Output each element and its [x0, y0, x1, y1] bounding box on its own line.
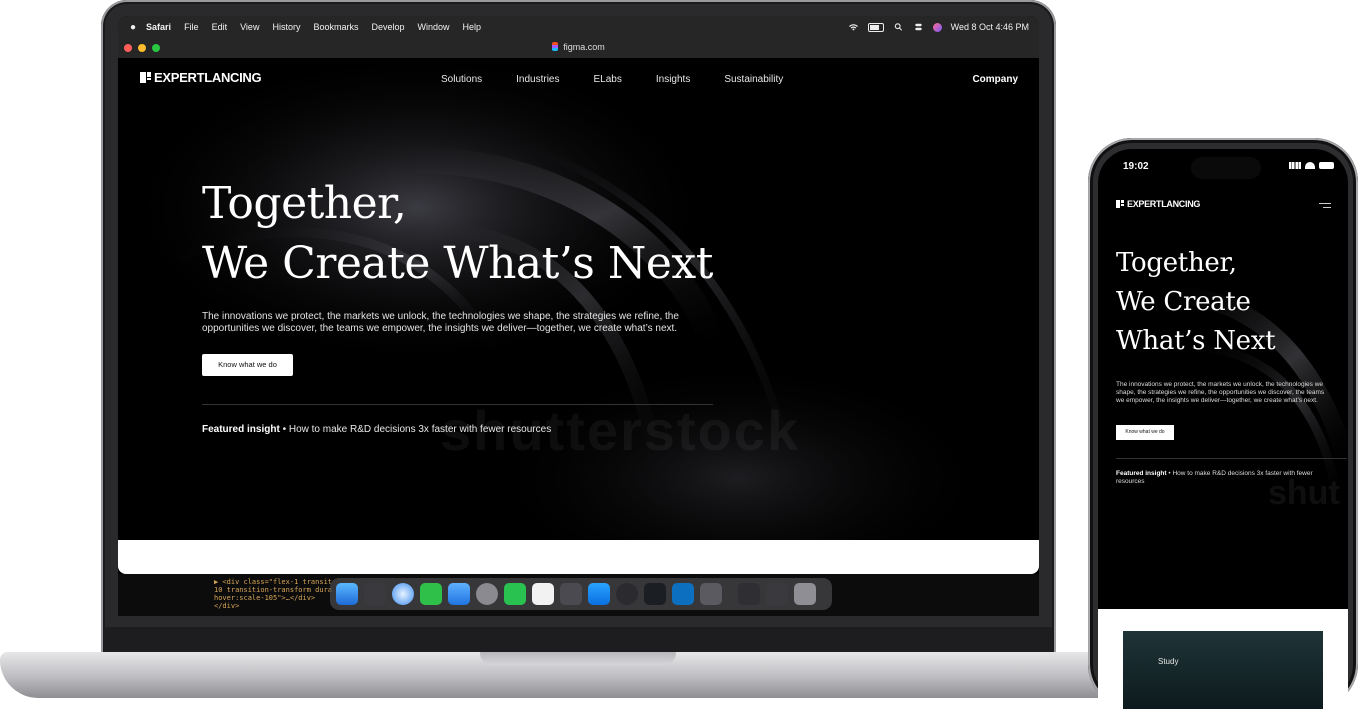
mobile-hero-line-1: Together, [1116, 248, 1237, 278]
mobile-site-logo[interactable]: EXPERTLANCING [1116, 199, 1200, 209]
menu-safari[interactable]: Safari [146, 22, 171, 32]
menubar-datetime[interactable]: Wed 8 Oct 4:46 PM [951, 22, 1029, 32]
laptop-opening-notch [480, 652, 676, 665]
mobile-logo-mark-icon [1116, 200, 1124, 208]
menu-history[interactable]: History [272, 22, 300, 32]
hero-background-swirl [118, 58, 998, 540]
mobile-logo-text: EXPERTLANCING [1127, 199, 1201, 209]
mobile-hero-line-2: We Create [1116, 287, 1251, 317]
menu-help[interactable]: Help [463, 22, 482, 32]
nav-sustainability[interactable]: Sustainability [724, 74, 783, 85]
laptop-screen: ● Safari File Edit View History Bookmark… [118, 16, 1039, 616]
mobile-hero-divider [1116, 458, 1347, 459]
mobile-hero-line-3: What’s Next [1116, 326, 1276, 356]
featured-insight-link[interactable]: How to make R&D decisions 3x faster with… [289, 424, 551, 435]
logo-text: EXPERTLANCING [154, 70, 262, 85]
control-center-icon[interactable] [913, 23, 924, 31]
address-bar[interactable]: figma.com [118, 42, 1039, 52]
logo-mark-icon [140, 72, 151, 83]
github-icon[interactable] [644, 583, 666, 605]
mobile-hero-title: Together, We Create What’s Next [1116, 244, 1276, 361]
calendar-icon[interactable] [532, 583, 554, 605]
menubar-status: Wed 8 Oct 4:46 PM [848, 16, 1029, 38]
messages-icon[interactable] [420, 583, 442, 605]
mobile-hero-description: The innovations we protect, the markets … [1116, 381, 1325, 404]
menu-view[interactable]: View [240, 22, 259, 32]
nav-elabs[interactable]: ELabs [594, 74, 622, 85]
site-logo[interactable]: EXPERTLANCING [140, 70, 262, 85]
phone-wifi-icon [1305, 162, 1315, 169]
mobile-next-section: Study [1098, 609, 1348, 709]
siri-icon[interactable] [932, 22, 942, 32]
case-study-card[interactable]: Study [1123, 631, 1323, 709]
dynamic-island [1191, 157, 1261, 179]
safari-toolbar: figma.com [118, 38, 1039, 59]
downloads-folder-icon[interactable] [766, 583, 788, 605]
menu-develop[interactable]: Develop [371, 22, 404, 32]
safari-icon[interactable] [392, 583, 414, 605]
app-store-icon[interactable] [588, 583, 610, 605]
website-mobile: EXPERTLANCING Together, We Create What’s… [1098, 189, 1348, 609]
mobile-stock-watermark: shut [1268, 474, 1340, 512]
next-section-panel [118, 540, 1039, 574]
code-editor-snippet: ▶ <div class="flex-1 transit 10 transiti… [214, 578, 333, 610]
phone-status-icons [1289, 162, 1334, 169]
hero-title-line-2: We Create What’s Next [202, 238, 713, 289]
launchpad-icon[interactable] [364, 583, 386, 605]
macos-dock [330, 578, 832, 610]
hero-title: Together, We Create What’s Next [202, 174, 713, 294]
phone-time: 19:02 [1123, 161, 1149, 172]
menu-window[interactable]: Window [418, 22, 450, 32]
nav-company[interactable]: Company [972, 74, 1018, 85]
apple-icon[interactable]: ● [130, 22, 136, 33]
vscode-icon[interactable] [672, 583, 694, 605]
macos-menubar: ● Safari File Edit View History Bookmark… [118, 16, 1039, 38]
mail-icon[interactable] [448, 583, 470, 605]
facetime-icon[interactable] [504, 583, 526, 605]
nav-industries[interactable]: Industries [516, 74, 559, 85]
menu-edit[interactable]: Edit [212, 22, 228, 32]
menu-file[interactable]: File [184, 22, 199, 32]
know-what-we-do-button[interactable]: Know what we do [202, 354, 293, 376]
phone-status-bar: 19:02 [1098, 149, 1348, 189]
nav-insights[interactable]: Insights [656, 74, 690, 85]
hero-title-line-1: Together, [202, 178, 407, 229]
desktop-dock-area: ▶ <div class="flex-1 transit 10 transiti… [118, 574, 1039, 616]
featured-insight-label: Featured insight [202, 424, 280, 435]
main-nav: Solutions Industries ELabs Insights Sust… [441, 74, 783, 85]
battery-icon[interactable] [867, 22, 884, 32]
featured-insight-separator: • [282, 424, 287, 435]
mobile-featured-label: Featured insight [1116, 470, 1167, 477]
chrome-icon[interactable] [616, 583, 638, 605]
nav-solutions[interactable]: Solutions [441, 74, 482, 85]
settings-icon[interactable] [476, 583, 498, 605]
cellular-signal-icon [1289, 162, 1301, 169]
search-icon[interactable] [893, 23, 904, 31]
featured-insight[interactable]: Featured insight • How to make R&D decis… [202, 424, 551, 435]
figma-icon [552, 42, 559, 51]
wifi-icon[interactable] [848, 23, 859, 31]
case-study-label: Study [1158, 657, 1179, 666]
simulator-icon[interactable] [700, 583, 722, 605]
mobile-featured-separator: • [1168, 470, 1171, 477]
phone-battery-icon [1319, 162, 1334, 169]
address-url: figma.com [563, 42, 605, 52]
menu-bookmarks[interactable]: Bookmarks [313, 22, 358, 32]
site-header: EXPERTLANCING Solutions Industries ELabs… [118, 58, 1039, 98]
trash-icon[interactable] [794, 583, 816, 605]
recent-window-icon[interactable] [738, 583, 760, 605]
phone-screen: 19:02 EXPERTLANCING Together, We Create … [1098, 149, 1348, 709]
website-desktop: EXPERTLANCING Solutions Industries ELabs… [118, 58, 1039, 540]
menu-toggle-icon[interactable] [1319, 203, 1331, 211]
hero-description: The innovations we protect, the markets … [202, 311, 679, 334]
mobile-know-what-we-do-button[interactable]: Know what we do [1116, 425, 1174, 440]
notes-icon[interactable] [560, 583, 582, 605]
finder-icon[interactable] [336, 583, 358, 605]
